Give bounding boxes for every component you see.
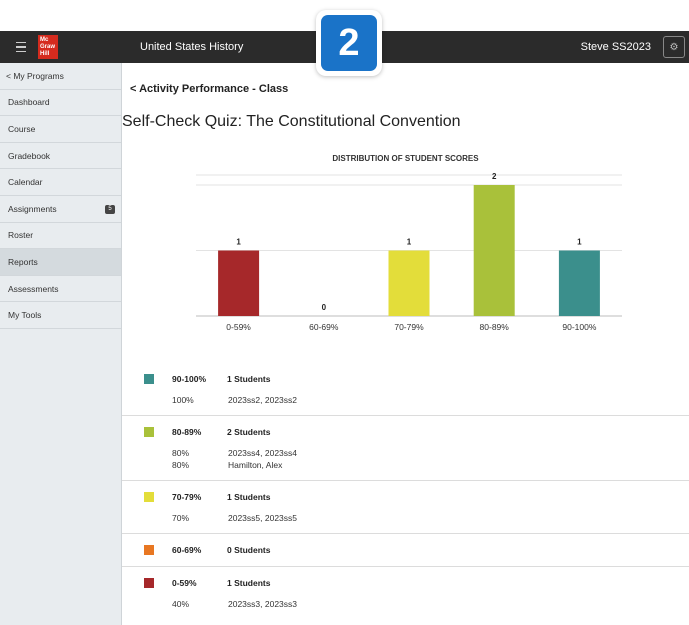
chart-title: DISTRIBUTION OF STUDENT SCORES xyxy=(332,154,479,163)
sidebar-item-roster[interactable]: Roster xyxy=(0,223,121,250)
score-group-header: 0-59% 1 Students xyxy=(122,567,689,599)
color-swatch xyxy=(144,492,154,502)
score-range: 60-69% xyxy=(172,545,202,555)
sidebar-item-label: Assignments xyxy=(8,203,57,214)
chart-data-label: 1 xyxy=(407,238,412,247)
score-group: 70-79% 1 Students 70% 2023ss5, 2023ss5 xyxy=(122,481,689,534)
student-row: 80% 2023ss4, 2023ss4 xyxy=(122,448,689,460)
student-count: 2 Students xyxy=(227,427,271,437)
student-row: 70% 2023ss5, 2023ss5 xyxy=(122,513,689,525)
student-score: 70% xyxy=(172,513,190,523)
chart-tick-label: 0-59% xyxy=(226,322,251,332)
chart-bar-0-59% xyxy=(218,250,260,316)
app-title: United States History xyxy=(140,41,244,53)
student-name: 2023ss4, 2023ss4 xyxy=(228,448,297,458)
activity-performance-back-link[interactable]: < Activity Performance - Class xyxy=(130,83,288,95)
color-swatch xyxy=(144,427,154,437)
score-group: 60-69% 0 Students xyxy=(122,534,689,567)
score-group: 0-59% 1 Students 40% 2023ss3, 2023ss3 xyxy=(122,567,689,619)
sidebar-item-my-tools[interactable]: My Tools xyxy=(0,302,121,329)
student-row: 40% 2023ss3, 2023ss3 xyxy=(122,599,689,611)
student-count: 1 Students xyxy=(227,578,271,588)
student-count: 1 Students xyxy=(227,492,271,502)
student-count: 1 Students xyxy=(227,374,271,384)
chart-bar-90-100% xyxy=(558,250,600,316)
chart-data-label: 0 xyxy=(322,303,327,312)
color-swatch xyxy=(144,578,154,588)
sidebar-item-course[interactable]: Course xyxy=(0,116,121,143)
sidebar-back-my-programs[interactable]: < My Programs xyxy=(0,63,121,90)
student-score: 100% xyxy=(172,395,194,405)
sidebar: < My Programs Dashboard Course Gradebook… xyxy=(0,63,122,625)
page-title: Self-Check Quiz: The Constitutional Conv… xyxy=(122,113,461,130)
results-list: 90-100% 1 Students 100% 2023ss2, 2023ss2 80-… xyxy=(122,363,689,619)
score-group-header: 80-89% 2 Students xyxy=(122,416,689,448)
sidebar-item-calendar[interactable]: Calendar xyxy=(0,169,121,196)
chart-tick-label: 70-79% xyxy=(394,322,424,332)
student-name: 2023ss2, 2023ss2 xyxy=(228,395,297,405)
chart-tick-label: 80-89% xyxy=(480,322,510,332)
student-score: 80% xyxy=(172,448,190,458)
sidebar-item-reports[interactable]: Reports xyxy=(0,249,121,276)
student-name: 2023ss3, 2023ss3 xyxy=(228,599,297,609)
student-row: 100% 2023ss2, 2023ss2 xyxy=(122,395,689,407)
sidebar-item-assessments[interactable]: Assessments xyxy=(0,276,121,303)
mcgraw-hill-logo: Mc Graw Hill xyxy=(38,35,58,59)
chart-tick-label: 60-69% xyxy=(309,322,339,332)
color-swatch xyxy=(144,374,154,384)
chart-data-label: 2 xyxy=(492,172,497,181)
score-range: 80-89% xyxy=(172,427,202,437)
score-group: 90-100% 1 Students 100% 2023ss2, 2023ss2 xyxy=(122,363,689,416)
hamburger-menu-icon[interactable] xyxy=(10,36,32,58)
score-range: 90-100% xyxy=(172,374,207,384)
color-swatch xyxy=(144,545,154,555)
score-group-header: 90-100% 1 Students xyxy=(122,363,689,395)
score-range: 0-59% xyxy=(172,578,197,588)
student-score: 40% xyxy=(172,599,190,609)
main-content: < Activity Performance - Class Self-Chec… xyxy=(122,63,689,625)
chart-tick-label: 90-100% xyxy=(562,322,596,332)
student-name: Hamilton, Alex xyxy=(228,460,283,470)
sidebar-item-assignments[interactable]: Assignments 5 xyxy=(0,196,121,223)
student-name: 2023ss5, 2023ss5 xyxy=(228,513,297,523)
student-row: 80% Hamilton, Alex xyxy=(122,460,689,472)
sidebar-item-dashboard[interactable]: Dashboard xyxy=(0,90,121,117)
student-count: 0 Students xyxy=(227,545,271,555)
score-group-header: 60-69% 0 Students xyxy=(122,534,689,566)
settings-icon[interactable]: ⚙ xyxy=(663,36,685,58)
student-score: 80% xyxy=(172,460,190,470)
chart-data-label: 1 xyxy=(236,238,241,247)
user-name[interactable]: Steve SS2023 xyxy=(581,31,651,63)
score-group: 80-89% 2 Students 80% 2023ss4, 2023ss4 80% Ha… xyxy=(122,416,689,481)
chart-data-label: 1 xyxy=(577,238,582,247)
chart-bar-80-89% xyxy=(473,185,515,316)
assignments-count-badge: 5 xyxy=(105,204,115,214)
score-distribution-chart: 1 0-59% 0 60-69% 1 70-79% 2 80-89% 1 90-100% xyxy=(196,172,622,332)
score-range: 70-79% xyxy=(172,492,202,502)
sidebar-item-gradebook[interactable]: Gradebook xyxy=(0,143,121,170)
score-group-header: 70-79% 1 Students xyxy=(122,481,689,513)
chart-bar-70-79% xyxy=(388,250,430,316)
